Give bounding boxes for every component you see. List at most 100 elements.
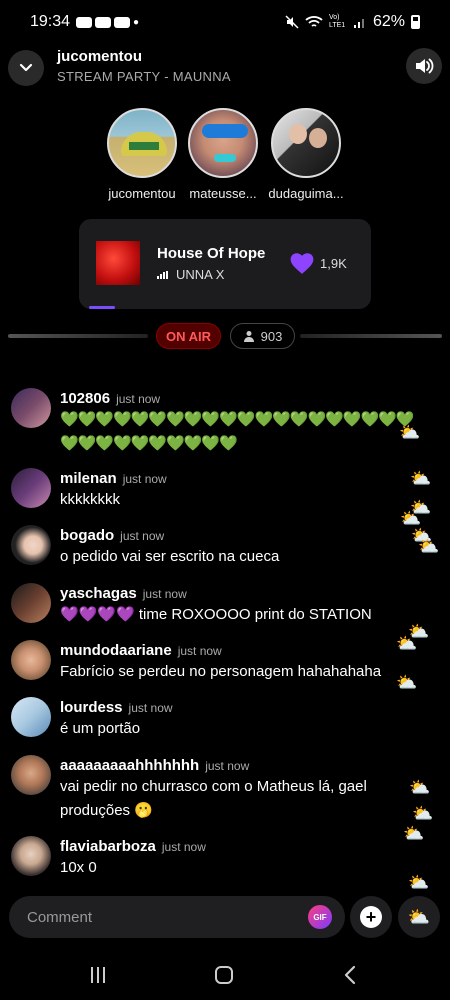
divider	[8, 334, 148, 338]
avatar	[11, 583, 51, 623]
reaction-button[interactable]: ⛅	[398, 896, 440, 938]
status-time: 19:34	[30, 13, 71, 30]
gif-button[interactable]: GIF	[308, 905, 332, 929]
home-icon	[215, 966, 233, 984]
comment-time: just now	[120, 529, 165, 543]
person-icon	[243, 331, 254, 342]
recent-apps-icon	[91, 967, 105, 983]
add-button[interactable]: +	[350, 896, 392, 938]
comment-text: kkkkkkkk	[60, 491, 120, 508]
sun-behind-cloud-icon: ⛅	[418, 537, 440, 556]
back-button[interactable]	[335, 962, 365, 988]
like-count: 1,9K	[320, 256, 347, 271]
app-icon	[76, 16, 93, 28]
comment-bar: GIF	[9, 896, 345, 938]
comment-username: lourdess	[60, 699, 123, 716]
recent-apps-button[interactable]	[83, 962, 113, 988]
comment-username: milenan	[60, 470, 117, 487]
listener-name: jucomentou	[108, 186, 176, 201]
listeners-row: jucomentou mateusse... dudaguima...	[0, 108, 450, 208]
header-title: jucomentou	[57, 48, 142, 65]
comment-text: 💚💚💚💚💚💚💚💚💚💚💚💚💚💚💚💚💚💚💚💚💚💚💚💚💚💚💚💚💚💚	[60, 411, 415, 452]
header-subtitle: STREAM PARTY - MAUNNA	[57, 69, 231, 84]
avatar	[107, 108, 177, 178]
comment-username: yaschagas	[60, 585, 137, 602]
sun-behind-cloud-icon: ⛅	[399, 423, 421, 442]
comment-time: just now	[116, 392, 161, 406]
avatar	[11, 525, 51, 565]
sun-behind-cloud-icon: ⛅	[403, 824, 425, 843]
avatar	[11, 697, 51, 737]
collapse-button[interactable]	[8, 50, 44, 86]
system-nav-bar	[0, 950, 450, 1000]
comment-time: just now	[122, 472, 167, 486]
sun-behind-cloud-icon: ⛅	[410, 469, 432, 488]
sun-behind-cloud-icon: ⛅	[396, 634, 418, 653]
equalizer-icon	[157, 270, 168, 279]
comment-time: just now	[177, 644, 222, 658]
comment-username: mundodaariane	[60, 642, 172, 659]
notification-icons: ●	[76, 16, 140, 28]
comment-text: 10x 0	[60, 859, 97, 876]
avatar	[188, 108, 258, 178]
sun-behind-cloud-icon: ⛅	[409, 778, 431, 797]
listener-item[interactable]: mateusse...	[178, 108, 268, 201]
like-button[interactable]	[289, 251, 315, 275]
avatar	[11, 755, 51, 795]
dot-icon: ●	[133, 16, 140, 28]
comment-time: just now	[161, 840, 206, 854]
comment-time: just now	[142, 587, 187, 601]
comment-text: o pedido vai ser escrito na cueca	[60, 548, 280, 565]
mute-icon	[285, 15, 299, 29]
track-progress	[89, 306, 115, 309]
now-playing-card[interactable]: House Of Hope UNNA X 1,9K	[79, 219, 371, 309]
wifi-icon	[305, 16, 323, 27]
comment-username: flaviabarboza	[60, 838, 156, 855]
status-bar: 19:34 ● Vo) LTE1 62%	[0, 0, 450, 44]
comment-text: 💜💜💜💜 time ROXOOOO print do STATION	[60, 606, 372, 623]
home-button[interactable]	[209, 962, 239, 988]
youtube-icon	[114, 16, 131, 28]
signal-icon	[353, 19, 364, 28]
battery-percent: 62%	[372, 13, 405, 30]
sun-behind-cloud-icon: ⛅	[412, 804, 434, 823]
comment-text: vai pedir no churrasco com o Matheus lá,…	[60, 778, 367, 819]
avatar	[11, 640, 51, 680]
battery-icon	[411, 15, 420, 29]
on-air-badge: ON AIR	[156, 323, 221, 349]
comment-text: Fabrício se perdeu no personagem hahahah…	[60, 663, 382, 680]
sound-button[interactable]	[406, 48, 442, 84]
back-icon	[344, 965, 356, 985]
divider	[300, 334, 442, 338]
heart-icon	[290, 253, 314, 274]
avatar	[271, 108, 341, 178]
avatar	[11, 388, 51, 428]
avatar	[11, 836, 51, 876]
comment-username: bogado	[60, 527, 115, 544]
avatar	[11, 468, 51, 508]
speaker-icon	[416, 58, 434, 74]
comment-time: just now	[205, 759, 250, 773]
youtube-icon	[95, 16, 112, 28]
listener-name: dudaguima...	[268, 186, 344, 201]
plus-icon: +	[360, 906, 382, 928]
viewer-count: 903	[260, 328, 283, 344]
sun-behind-cloud-icon: ⛅	[396, 673, 418, 692]
comment-username: 102806	[60, 390, 111, 407]
comment-text: é um portão	[60, 720, 141, 737]
sun-behind-cloud-icon: ⛅	[408, 873, 430, 892]
comment-time: just now	[128, 701, 173, 715]
comment-input[interactable]	[27, 906, 297, 928]
track-title: House Of Hope	[157, 245, 266, 262]
listener-name: mateusse...	[189, 186, 257, 201]
header: jucomentou STREAM PARTY - MAUNNA	[0, 44, 450, 94]
network-label: Vo) LTE1	[328, 14, 346, 29]
chevron-down-icon	[19, 63, 33, 72]
listener-item[interactable]: dudaguima...	[261, 108, 351, 201]
comment-username: aaaaaaaaahhhhhhh	[60, 757, 200, 774]
track-artist: UNNA X	[176, 267, 225, 282]
listener-item[interactable]: jucomentou	[97, 108, 187, 201]
sun-behind-cloud-icon: ⛅	[407, 906, 431, 927]
album-art	[96, 241, 140, 285]
viewer-count-badge[interactable]: 903	[230, 323, 295, 349]
